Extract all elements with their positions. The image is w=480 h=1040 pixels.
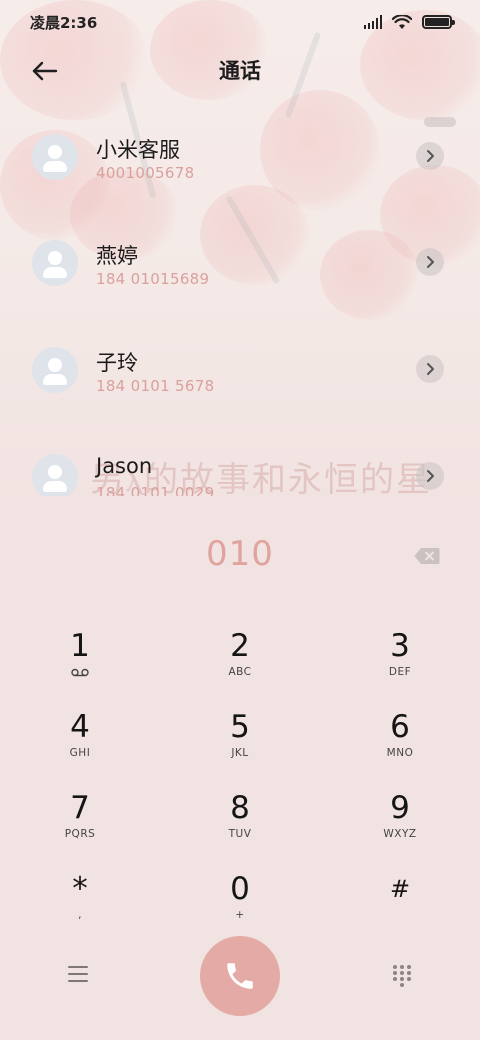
contact-name: 燕婷 — [96, 244, 138, 268]
bottom-bar — [0, 936, 480, 1026]
key-digit: * — [72, 871, 88, 907]
call-button[interactable] — [200, 936, 280, 1016]
key-6[interactable]: 6 MNO — [340, 709, 460, 779]
key-letters: ABC — [228, 666, 252, 678]
key-digit: 8 — [230, 790, 250, 826]
key-letters: PQRS — [64, 828, 96, 840]
contact-number: 184 01015689 — [96, 270, 210, 288]
key-letters: , — [78, 909, 82, 921]
key-8[interactable]: 8 TUV — [180, 790, 300, 860]
contact-name: Jason — [96, 454, 153, 478]
status-time: 凌晨2:36 — [30, 13, 98, 32]
dial-input[interactable]: 010 — [0, 534, 480, 574]
key-letters: GHI — [69, 747, 91, 759]
battery-icon — [422, 15, 455, 29]
key-4[interactable]: 4 GHI — [20, 709, 140, 779]
key-digit: 3 — [390, 628, 410, 664]
key-digit: # — [389, 875, 411, 903]
key-digit: 9 — [390, 790, 410, 826]
key-2[interactable]: 2 ABC — [180, 628, 300, 698]
key-5[interactable]: 5 JKL — [180, 709, 300, 779]
key-digit: 1 — [70, 628, 90, 664]
chevron-right-icon[interactable] — [416, 355, 444, 383]
key-digit: 0 — [230, 871, 250, 907]
avatar — [32, 240, 78, 286]
contact-list: 小米客服 4001005678 燕婷 184 01015689 子玲 184 0… — [0, 118, 480, 496]
contact-item[interactable]: 子玲 184 0101 5678 — [0, 331, 480, 411]
key-9[interactable]: 9 WXYZ — [340, 790, 460, 860]
chevron-right-icon[interactable] — [416, 142, 444, 170]
avatar — [32, 134, 78, 180]
status-icons — [364, 14, 455, 30]
key-letters: DEF — [388, 666, 412, 678]
chevron-right-icon[interactable] — [416, 462, 444, 490]
contact-item[interactable]: 小米客服 4001005678 — [0, 118, 480, 198]
backspace-icon[interactable] — [414, 547, 440, 565]
page-title: 通话 — [219, 59, 261, 83]
contact-name: 小米客服 — [96, 138, 180, 162]
app-header: 通话 — [0, 44, 480, 96]
contact-number: 184 0101 0029 — [96, 484, 215, 496]
signal-icon — [364, 15, 382, 29]
key-digit: 7 — [70, 790, 90, 826]
key-star[interactable]: * , — [20, 871, 140, 941]
key-digit: 2 — [230, 628, 250, 664]
avatar — [32, 454, 78, 496]
key-letters: TUV — [228, 828, 252, 840]
phone-icon — [227, 963, 253, 989]
key-letters: + — [235, 909, 245, 921]
key-digit: 5 — [230, 709, 250, 745]
status-bar: 凌晨2:36 — [0, 0, 480, 44]
key-letters: MNO — [386, 747, 414, 759]
key-3[interactable]: 3 DEF — [340, 628, 460, 698]
avatar — [32, 347, 78, 393]
wifi-icon — [392, 14, 412, 29]
key-0[interactable]: 0 + — [180, 871, 300, 941]
dialpad-icon[interactable] — [393, 965, 411, 987]
key-7[interactable]: 7 PQRS — [20, 790, 140, 860]
contact-name: 子玲 — [96, 351, 138, 375]
key-digit: 6 — [390, 709, 410, 745]
key-letters: WXYZ — [383, 828, 417, 840]
contact-item[interactable]: Jason 184 0101 0029 — [0, 438, 480, 496]
chevron-right-icon[interactable] — [416, 248, 444, 276]
contact-number: 184 0101 5678 — [96, 377, 215, 395]
arrow-left-icon[interactable] — [28, 56, 62, 86]
key-digit: 4 — [70, 709, 90, 745]
contact-item[interactable]: 燕婷 184 01015689 — [0, 224, 480, 304]
key-hash[interactable]: # — [340, 871, 460, 941]
key-letters: JKL — [231, 747, 249, 759]
key-1[interactable]: 1 — [20, 628, 140, 698]
voicemail-icon — [71, 668, 89, 677]
contact-number: 4001005678 — [96, 164, 195, 182]
menu-icon[interactable] — [68, 966, 88, 984]
